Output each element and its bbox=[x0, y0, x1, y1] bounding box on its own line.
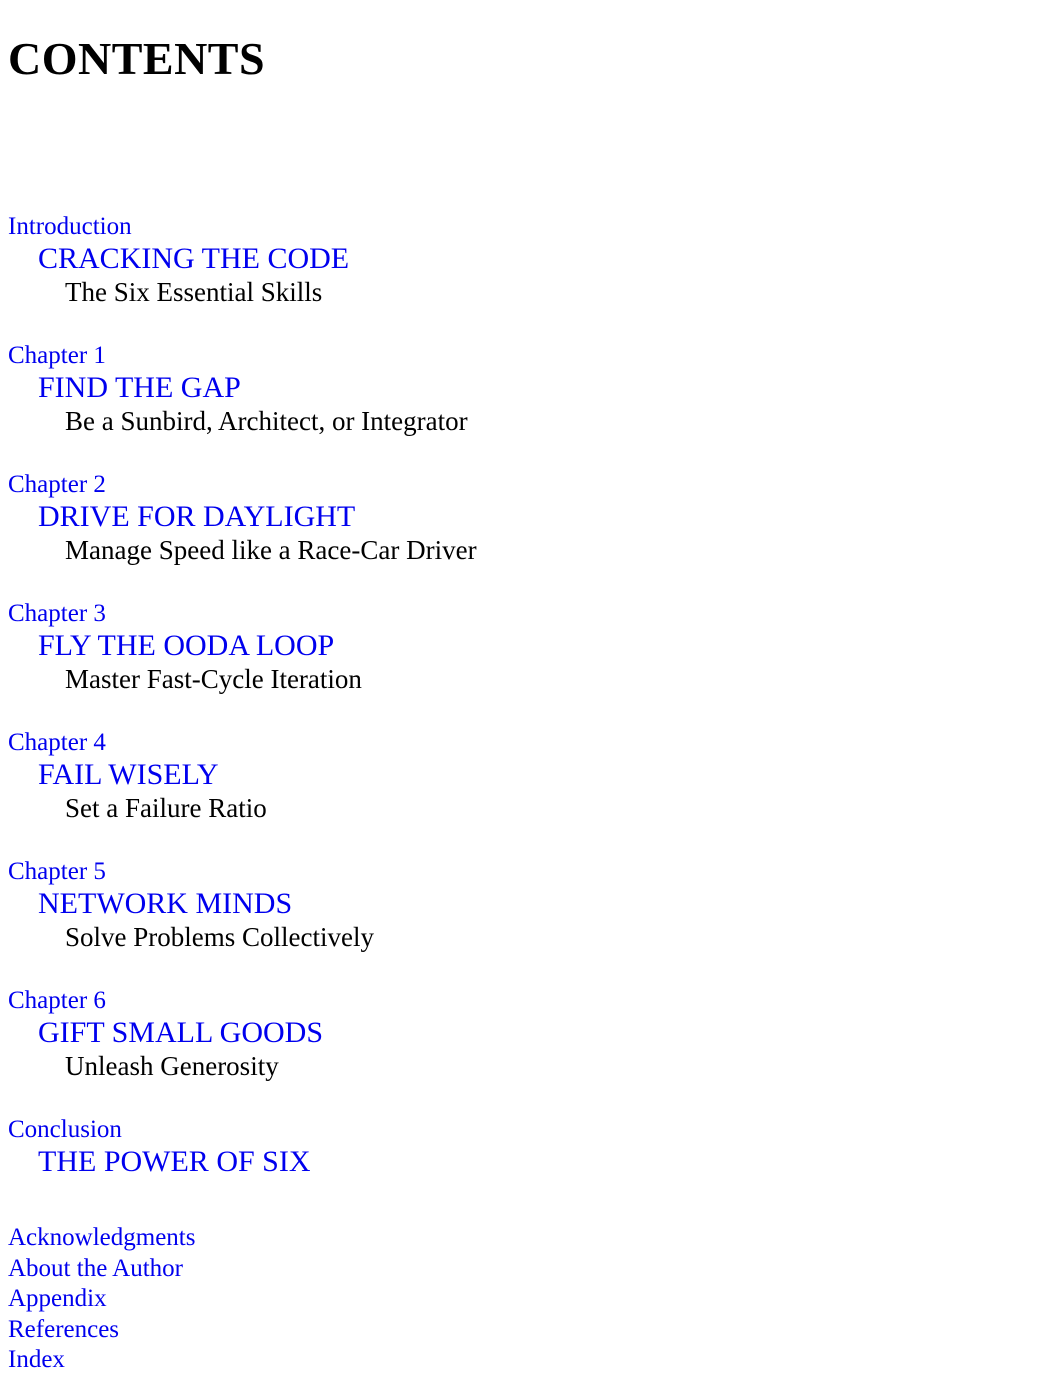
toc-entry-label[interactable]: Chapter 5 bbox=[8, 857, 1062, 887]
toc-backmatter-item[interactable]: About the Author bbox=[8, 1254, 1062, 1285]
toc-entry-subtitle: Master Fast-Cycle Iteration bbox=[65, 664, 362, 694]
toc-entry: Chapter 1 FIND THE GAP Be a Sunbird, Arc… bbox=[0, 341, 1062, 438]
toc-entry-title[interactable]: THE POWER OF SIX bbox=[38, 1145, 1062, 1179]
toc-entry: Chapter 4 FAIL WISELY Set a Failure Rati… bbox=[0, 728, 1062, 825]
toc-backmatter-item[interactable]: References bbox=[8, 1315, 1062, 1346]
toc-entry: Chapter 6 GIFT SMALL GOODS Unleash Gener… bbox=[0, 986, 1062, 1083]
toc-page: CONTENTS Introduction CRACKING THE CODE … bbox=[0, 0, 1062, 1376]
toc-entry: Conclusion THE POWER OF SIX bbox=[0, 1115, 1062, 1179]
toc-entry-label[interactable]: Conclusion bbox=[8, 1115, 1062, 1145]
toc-entry: Chapter 2 DRIVE FOR DAYLIGHT Manage Spee… bbox=[0, 470, 1062, 567]
toc-entry-list: Introduction CRACKING THE CODE The Six E… bbox=[0, 212, 1062, 1376]
toc-entry-label[interactable]: Introduction bbox=[8, 212, 1062, 242]
toc-entry: Chapter 3 FLY THE OODA LOOP Master Fast-… bbox=[0, 599, 1062, 696]
toc-entry-subtitle: Solve Problems Collectively bbox=[65, 922, 374, 952]
toc-backmatter-item[interactable]: Index bbox=[8, 1345, 1062, 1376]
toc-backmatter-item[interactable]: Appendix bbox=[8, 1284, 1062, 1315]
toc-entry-title[interactable]: NETWORK MINDS bbox=[38, 887, 1062, 921]
toc-entry-title[interactable]: FIND THE GAP bbox=[38, 371, 1062, 405]
toc-entry-label[interactable]: Chapter 2 bbox=[8, 470, 1062, 500]
toc-entry-title[interactable]: FLY THE OODA LOOP bbox=[38, 629, 1062, 663]
toc-entry-title[interactable]: FAIL WISELY bbox=[38, 758, 1062, 792]
toc-entry-label[interactable]: Chapter 4 bbox=[8, 728, 1062, 758]
toc-entry-label[interactable]: Chapter 3 bbox=[8, 599, 1062, 629]
toc-entry-subtitle: Manage Speed like a Race-Car Driver bbox=[65, 535, 477, 565]
toc-entry-subtitle: Unleash Generosity bbox=[65, 1051, 279, 1081]
toc-backmatter-item[interactable]: Acknowledgments bbox=[8, 1223, 1062, 1254]
toc-entry-subtitle: Set a Failure Ratio bbox=[65, 793, 267, 823]
toc-entry-subtitle: The Six Essential Skills bbox=[65, 277, 323, 307]
toc-entry-label[interactable]: Chapter 6 bbox=[8, 986, 1062, 1016]
toc-entry: Introduction CRACKING THE CODE The Six E… bbox=[0, 212, 1062, 309]
toc-entry-title[interactable]: GIFT SMALL GOODS bbox=[38, 1016, 1062, 1050]
toc-entry: Chapter 5 NETWORK MINDS Solve Problems C… bbox=[0, 857, 1062, 954]
toc-entry-subtitle: Be a Sunbird, Architect, or Integrator bbox=[65, 406, 468, 436]
page-title: CONTENTS bbox=[8, 32, 266, 84]
toc-entry-title[interactable]: CRACKING THE CODE bbox=[38, 242, 1062, 276]
toc-backmatter-list: Acknowledgments About the Author Appendi… bbox=[0, 1223, 1062, 1376]
toc-entry-title[interactable]: DRIVE FOR DAYLIGHT bbox=[38, 500, 1062, 534]
toc-entry-label[interactable]: Chapter 1 bbox=[8, 341, 1062, 371]
